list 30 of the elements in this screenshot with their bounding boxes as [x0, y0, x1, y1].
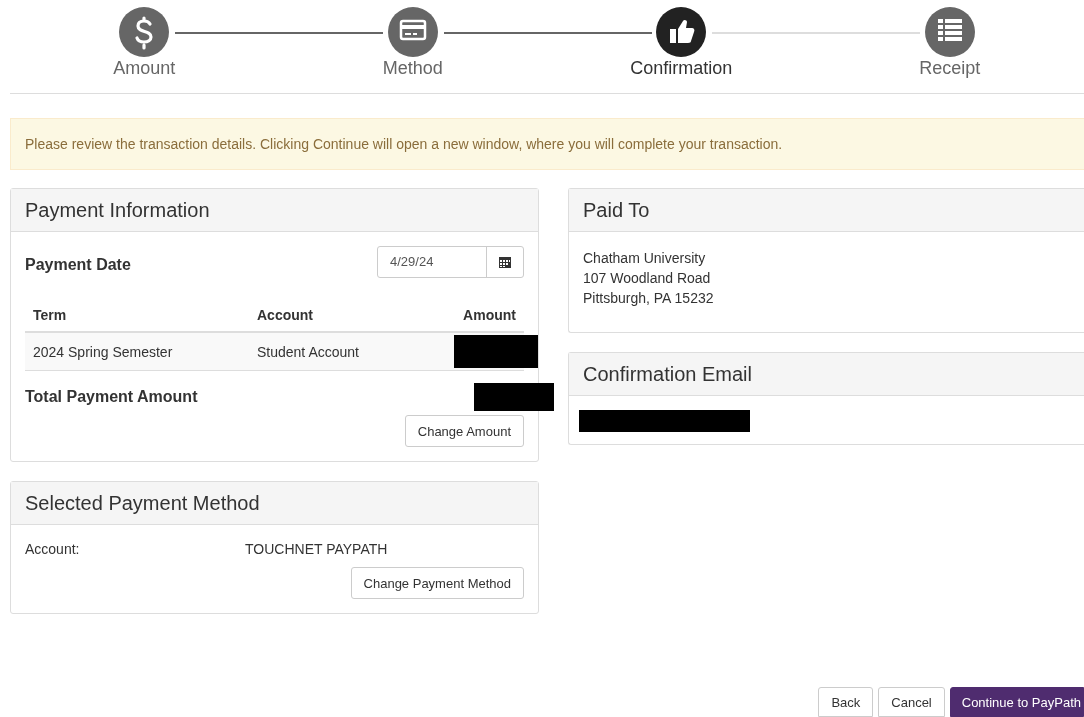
table-cell-text: Student Account — [256, 343, 360, 360]
field-label: Payment Date — [25, 256, 131, 274]
date-value: 4/29/24 — [389, 253, 435, 271]
table-cell-text: 2024 Spring Semester — [32, 343, 174, 360]
panel-title: Payment Information — [11, 189, 538, 232]
change-amount-button[interactable]: Change Amount — [404, 415, 524, 447]
step-label: Amount — [113, 58, 176, 79]
panel-title: Selected Payment Method — [11, 482, 538, 525]
address-line: Chatham University — [583, 249, 707, 268]
total-label: Total Payment Amount — [25, 388, 198, 406]
alert-message: Please review the transaction details. Clicking Continue will open a new window, where you will complete your transaction. — [10, 118, 1084, 170]
date-field[interactable]: 4/29/24 — [377, 246, 524, 278]
address-line: Pittsburgh, PA 15232 — [583, 289, 715, 308]
footer-button[interactable]: Back — [818, 687, 874, 717]
account-value: TOUCHNET PAYPATH — [245, 541, 388, 557]
panel-title: Confirmation Email — [569, 353, 1084, 396]
calendar-icon — [499, 256, 511, 268]
panel-title: Paid To — [569, 189, 1084, 232]
step-circle[interactable] — [656, 7, 707, 57]
step-label: Method — [382, 58, 443, 79]
address-line: 107 Woodland Road — [583, 269, 712, 288]
column-header: Amount — [462, 306, 517, 325]
continue-button[interactable]: Continue to PayPath — [949, 687, 1084, 717]
column-header: Term — [32, 306, 68, 325]
account-label: Account: — [25, 541, 81, 557]
step-label: Receipt — [919, 58, 981, 79]
change-method-button[interactable]: Change Payment Method — [350, 567, 524, 599]
step-label: Confirmation — [630, 58, 733, 79]
column-header: Account — [256, 306, 314, 325]
footer-button[interactable]: Cancel — [878, 687, 945, 717]
